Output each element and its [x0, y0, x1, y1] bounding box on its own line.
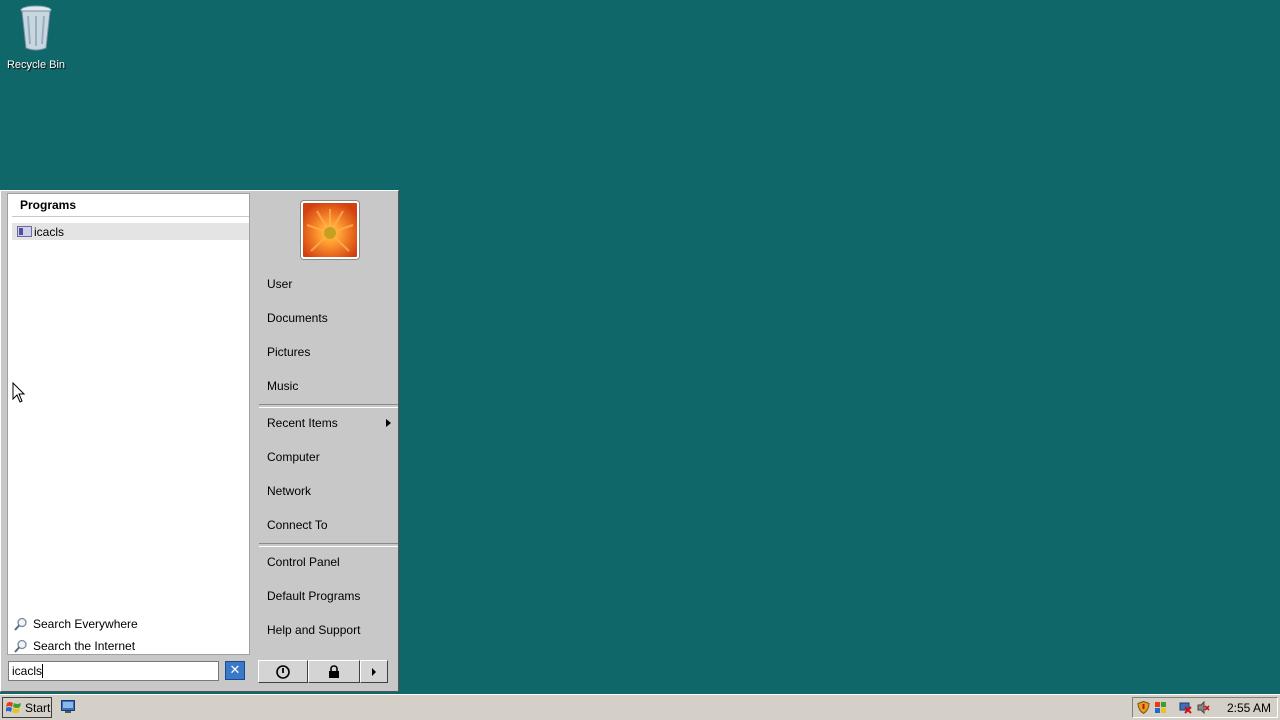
program-item-icacls[interactable]: icacls — [12, 223, 249, 240]
windows-update-icon[interactable] — [1154, 701, 1167, 714]
lock-button[interactable] — [308, 660, 360, 683]
power-controls — [258, 660, 388, 683]
start-search-input[interactable]: icacls — [8, 661, 219, 681]
start-button-label: Start — [25, 700, 51, 715]
shutdown-options-button[interactable] — [360, 660, 388, 683]
menu-item-computer[interactable]: Computer — [267, 450, 320, 464]
clear-search-button[interactable]: ✕ — [225, 661, 245, 680]
menu-item-control-panel[interactable]: Control Panel — [267, 555, 340, 569]
taskbar: Start 2:55 AM — [0, 694, 1280, 720]
program-item-label: icacls — [34, 224, 65, 239]
taskbar-clock[interactable]: 2:55 AM — [1227, 701, 1271, 715]
user-picture-avatar[interactable] — [301, 201, 359, 259]
menu-separator — [259, 404, 398, 408]
programs-pane: Programs icacls Search Everywhere Search… — [7, 193, 250, 655]
search-everywhere-label: Search Everywhere — [33, 617, 138, 631]
menu-item-help-support[interactable]: Help and Support — [267, 623, 360, 637]
show-desktop-icon[interactable] — [61, 699, 75, 713]
menu-item-documents[interactable]: Documents — [267, 311, 328, 325]
programs-header: Programs — [20, 198, 77, 212]
submenu-arrow-icon — [386, 419, 391, 427]
menu-separator — [259, 543, 398, 547]
search-internet-link[interactable]: Search the Internet — [14, 639, 135, 653]
close-icon: ✕ — [229, 662, 241, 677]
search-input-value: icacls — [12, 664, 43, 678]
menu-item-network[interactable]: Network — [267, 484, 311, 498]
start-menu-right-pane: User Documents Pictures Music Recent Ite… — [254, 191, 398, 661]
power-icon — [276, 664, 290, 679]
security-shield-icon[interactable] — [1137, 701, 1150, 714]
windows-logo-icon — [6, 701, 21, 713]
programs-separator — [12, 216, 249, 217]
system-tray: 2:55 AM — [1132, 697, 1278, 718]
console-app-icon — [17, 226, 32, 237]
volume-muted-icon[interactable] — [1197, 701, 1210, 714]
magnifier-icon — [14, 617, 27, 631]
arrow-right-icon — [372, 667, 376, 676]
menu-item-connect-to[interactable]: Connect To — [267, 518, 328, 532]
network-disconnected-icon[interactable] — [1179, 701, 1192, 714]
menu-item-pictures[interactable]: Pictures — [267, 345, 310, 359]
start-button[interactable]: Start — [2, 697, 52, 718]
recycle-bin-icon — [20, 5, 52, 51]
menu-item-recent-items[interactable]: Recent Items — [267, 416, 338, 430]
start-menu: Programs icacls Search Everywhere Search… — [0, 190, 399, 692]
recycle-bin-label: Recycle Bin — [6, 59, 66, 71]
menu-item-user[interactable]: User — [267, 277, 292, 291]
menu-item-default-programs[interactable]: Default Programs — [267, 589, 360, 603]
lock-icon — [329, 664, 339, 678]
flower-avatar-image — [303, 203, 357, 257]
power-button[interactable] — [258, 660, 308, 683]
search-everywhere-link[interactable]: Search Everywhere — [14, 617, 138, 631]
recycle-bin-desktop-icon[interactable]: Recycle Bin — [4, 2, 68, 71]
magnifier-icon — [14, 639, 27, 653]
mouse-cursor-icon — [12, 382, 26, 403]
search-internet-label: Search the Internet — [33, 639, 136, 653]
menu-item-music[interactable]: Music — [267, 379, 298, 393]
